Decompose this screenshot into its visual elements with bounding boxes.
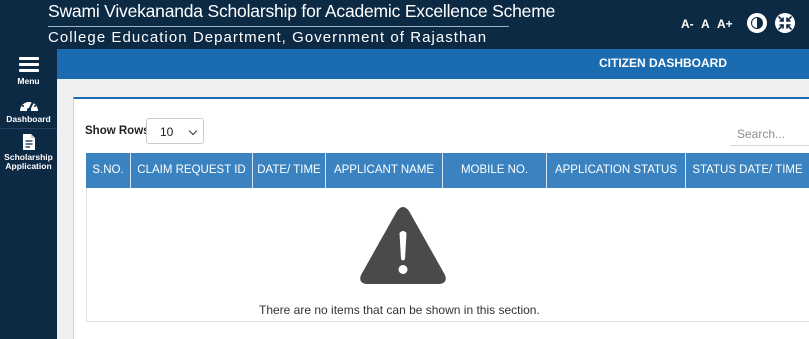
column-header-status-date-time[interactable]: STATUS DATE/ TIME: [686, 153, 809, 188]
page-title: CITIZEN DASHBOARD: [599, 56, 727, 70]
sidebar-item-label: Scholarship Application: [4, 152, 53, 171]
app-header: Swami Vivekananda Scholarship for Academ…: [0, 0, 809, 49]
show-rows-label: Show Rows: [85, 125, 150, 137]
column-header-applicant-name[interactable]: APPLICANT NAME: [326, 153, 443, 188]
contrast-toggle-button[interactable]: [747, 13, 767, 33]
empty-state-message: There are no items that can be shown in …: [259, 303, 540, 317]
dashboard-banner: CITIZEN DASHBOARD: [57, 49, 809, 79]
title-divider: [48, 26, 509, 27]
column-header-application-status[interactable]: APPLICATION STATUS: [547, 153, 686, 188]
column-header-date-time[interactable]: DATE/ TIME: [253, 153, 326, 188]
show-rows-value: 10: [160, 125, 174, 139]
chevron-down-icon: [188, 126, 198, 136]
compress-icon: [778, 16, 792, 30]
search-input[interactable]: [737, 127, 809, 141]
column-header-mobile-no[interactable]: MOBILE NO.: [443, 153, 547, 188]
sidebar-item-scholarship-application[interactable]: Scholarship Application: [0, 133, 57, 173]
font-increase-button[interactable]: A+: [717, 17, 733, 31]
sidebar-item-dashboard[interactable]: Dashboard: [0, 96, 57, 129]
app-title: Swami Vivekananda Scholarship for Academ…: [48, 1, 556, 21]
search-underline: [730, 145, 809, 146]
sidebar-item-label: Menu: [17, 76, 40, 86]
sidebar-item-label: Dashboard: [6, 114, 51, 124]
table-body: [86, 188, 809, 322]
app-subtitle: College Education Department, Government…: [48, 29, 488, 46]
table-header: S.NO. CLAIM REQUEST ID DATE/ TIME APPLIC…: [86, 153, 809, 188]
show-rows-select[interactable]: 10: [146, 118, 204, 144]
column-header-sno[interactable]: S.NO.: [86, 153, 131, 188]
column-header-claim-request-id[interactable]: CLAIM REQUEST ID: [131, 153, 253, 188]
sidebar: Menu Dashboard Scholarship Application: [0, 49, 57, 339]
gauge-icon: [19, 99, 38, 112]
font-decrease-button[interactable]: A-: [681, 17, 694, 31]
font-normal-button[interactable]: A: [701, 17, 710, 31]
compress-button[interactable]: [775, 13, 795, 33]
hamburger-icon: [18, 57, 39, 73]
warning-icon: [360, 207, 446, 284]
document-icon: [22, 134, 35, 150]
contrast-icon: [751, 17, 763, 29]
sidebar-item-menu[interactable]: Menu: [0, 55, 57, 95]
